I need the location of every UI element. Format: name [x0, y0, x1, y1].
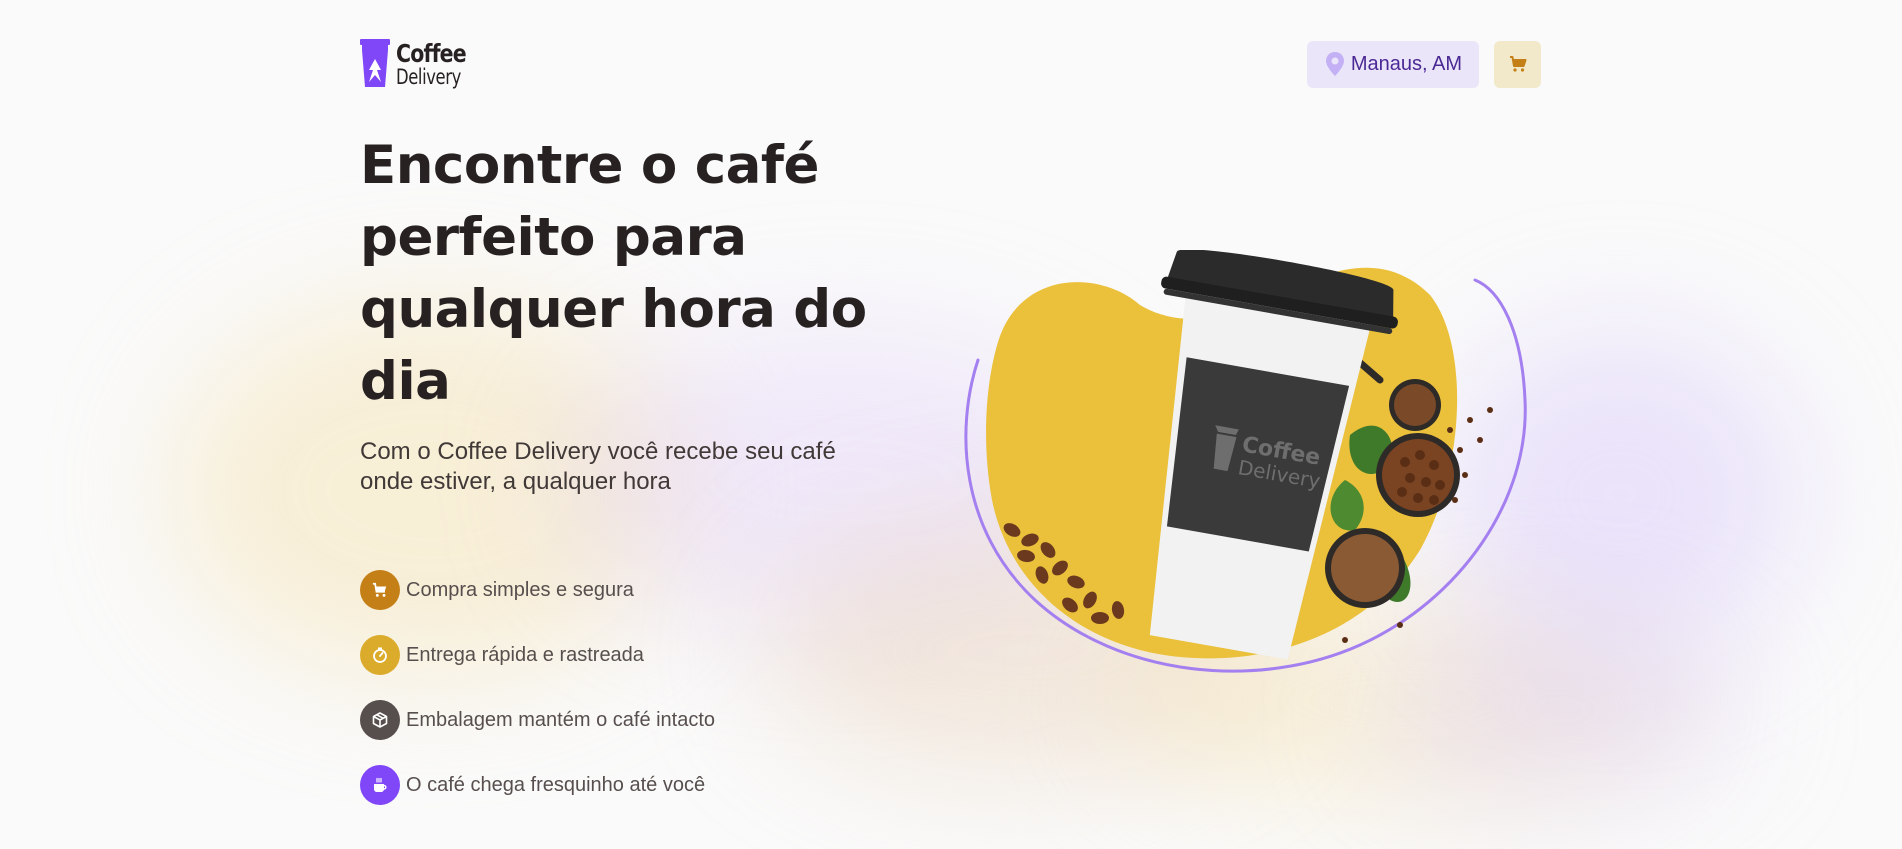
feature-icon-badge — [360, 765, 400, 805]
location-button[interactable]: Manaus, AM — [1306, 40, 1479, 88]
feature-icon-badge — [360, 700, 400, 740]
feature-label: Compra simples e segura — [406, 578, 634, 601]
hero-subtitle: Com o Coffee Delivery você recebe seu ca… — [360, 438, 836, 495]
coffee-icon — [374, 777, 387, 792]
feature-icon-badge — [360, 635, 400, 675]
feature-item: O café chega fresquinho até você — [360, 765, 715, 805]
map-pin-icon — [1325, 52, 1344, 76]
timer-icon — [373, 647, 387, 663]
logo[interactable]: Coffee Delivery — [360, 39, 481, 89]
location-label: Manaus, AM — [1350, 52, 1462, 75]
package-icon — [372, 712, 388, 728]
logo-cup-icon — [360, 39, 390, 87]
cart-icon — [372, 582, 387, 597]
feature-item: Embalagem mantém o café intacto — [360, 700, 715, 740]
site-header: Coffee Delivery Manaus, AM — [360, 38, 1541, 90]
hero-headline: Encontre o café perfeito para qualquer h… — [360, 135, 867, 412]
feature-label: O café chega fresquinho até você — [406, 773, 706, 796]
header-actions: Manaus, AM — [1306, 40, 1541, 88]
feature-item: Entrega rápida e rastreada — [360, 635, 715, 675]
features-list: Compra simples e segura Entrega rápida e… — [360, 570, 715, 805]
hero-illustration: Coffee Delivery — [964, 250, 1527, 673]
feature-label: Entrega rápida e rastreada — [406, 643, 644, 666]
cart-button[interactable] — [1494, 40, 1541, 88]
feature-label: Embalagem mantém o café intacto — [406, 708, 716, 731]
logo-text-line2: Delivery — [396, 64, 461, 89]
cart-icon — [1509, 56, 1526, 72]
feature-item: Compra simples e segura — [360, 570, 715, 610]
logo-text-line1: Coffee — [396, 38, 467, 68]
feature-icon-badge — [360, 570, 400, 610]
